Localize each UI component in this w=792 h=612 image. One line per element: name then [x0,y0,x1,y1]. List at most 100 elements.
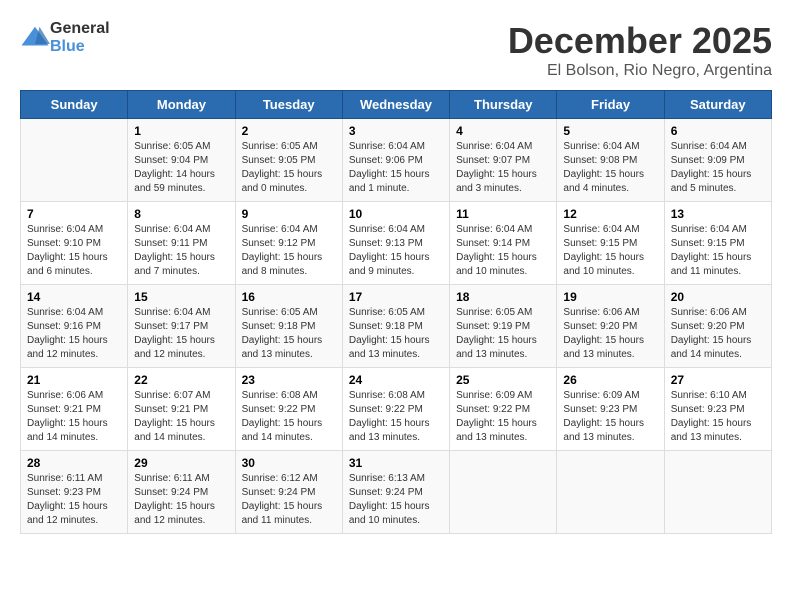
day-number: 3 [349,124,443,138]
calendar-cell: 13 Sunrise: 6:04 AM Sunset: 9:15 PM Dayli… [664,202,771,285]
day-info: Sunrise: 6:10 AM Sunset: 9:23 PM Dayligh… [671,389,765,445]
weekday-header-sunday: Sunday [21,91,128,119]
day-info: Sunrise: 6:04 AM Sunset: 9:11 PM Dayligh… [134,223,228,279]
day-info: Sunrise: 6:04 AM Sunset: 9:08 PM Dayligh… [563,140,657,196]
title-area: December 2025 El Bolson, Rio Negro, Arge… [508,20,772,80]
weekday-header-monday: Monday [128,91,235,119]
day-info: Sunrise: 6:05 AM Sunset: 9:18 PM Dayligh… [349,306,443,362]
weekday-header-wednesday: Wednesday [342,91,449,119]
calendar-cell [21,119,128,202]
week-row-2: 7 Sunrise: 6:04 AM Sunset: 9:10 PM Daylig… [21,202,772,285]
calendar-cell: 17 Sunrise: 6:05 AM Sunset: 9:18 PM Dayli… [342,285,449,368]
calendar-cell: 16 Sunrise: 6:05 AM Sunset: 9:18 PM Dayli… [235,285,342,368]
day-number: 31 [349,456,443,470]
calendar-cell: 27 Sunrise: 6:10 AM Sunset: 9:23 PM Dayli… [664,368,771,451]
day-number: 18 [456,290,550,304]
day-number: 6 [671,124,765,138]
day-number: 1 [134,124,228,138]
day-number: 11 [456,207,550,221]
calendar-cell: 2 Sunrise: 6:05 AM Sunset: 9:05 PM Daylig… [235,119,342,202]
calendar-cell: 9 Sunrise: 6:04 AM Sunset: 9:12 PM Daylig… [235,202,342,285]
day-info: Sunrise: 6:05 AM Sunset: 9:18 PM Dayligh… [242,306,336,362]
day-info: Sunrise: 6:06 AM Sunset: 9:21 PM Dayligh… [27,389,121,445]
day-number: 21 [27,373,121,387]
day-info: Sunrise: 6:04 AM Sunset: 9:13 PM Dayligh… [349,223,443,279]
day-info: Sunrise: 6:04 AM Sunset: 9:07 PM Dayligh… [456,140,550,196]
day-number: 30 [242,456,336,470]
calendar-cell: 14Sunrise: 6:04 AM Sunset: 9:16 PM Dayli… [21,285,128,368]
weekday-header-row: SundayMondayTuesdayWednesdayThursdayFrid… [21,91,772,119]
day-info: Sunrise: 6:06 AM Sunset: 9:20 PM Dayligh… [563,306,657,362]
day-number: 28 [27,456,121,470]
calendar-cell: 6 Sunrise: 6:04 AM Sunset: 9:09 PM Daylig… [664,119,771,202]
day-info: Sunrise: 6:04 AM Sunset: 9:17 PM Dayligh… [134,306,228,362]
day-number: 16 [242,290,336,304]
day-number: 2 [242,124,336,138]
calendar-cell: 22 Sunrise: 6:07 AM Sunset: 9:21 PM Dayli… [128,368,235,451]
calendar-cell: 12 Sunrise: 6:04 AM Sunset: 9:15 PM Dayli… [557,202,664,285]
week-row-5: 28 Sunrise: 6:11 AM Sunset: 9:23 PM Dayli… [21,451,772,534]
day-number: 10 [349,207,443,221]
calendar-cell: 29 Sunrise: 6:11 AM Sunset: 9:24 PM Dayli… [128,451,235,534]
day-info: Sunrise: 6:04 AM Sunset: 9:12 PM Dayligh… [242,223,336,279]
day-number: 29 [134,456,228,470]
day-info: Sunrise: 6:04 AM Sunset: 9:15 PM Dayligh… [563,223,657,279]
calendar-cell: 11 Sunrise: 6:04 AM Sunset: 9:14 PM Dayli… [450,202,557,285]
day-info: Sunrise: 6:04 AM Sunset: 9:16 PM Dayligh… [27,306,121,362]
calendar-cell: 23 Sunrise: 6:08 AM Sunset: 9:22 PM Dayli… [235,368,342,451]
day-info: Sunrise: 6:04 AM Sunset: 9:10 PM Dayligh… [27,223,121,279]
day-number: 8 [134,207,228,221]
day-number: 4 [456,124,550,138]
day-number: 13 [671,207,765,221]
day-info: Sunrise: 6:11 AM Sunset: 9:24 PM Dayligh… [134,472,228,528]
day-info: Sunrise: 6:13 AM Sunset: 9:24 PM Dayligh… [349,472,443,528]
calendar-cell: 1Sunrise: 6:05 AM Sunset: 9:04 PM Daylig… [128,119,235,202]
calendar-cell: 7 Sunrise: 6:04 AM Sunset: 9:10 PM Daylig… [21,202,128,285]
day-info: Sunrise: 6:05 AM Sunset: 9:05 PM Dayligh… [242,140,336,196]
calendar-cell: 15 Sunrise: 6:04 AM Sunset: 9:17 PM Dayli… [128,285,235,368]
week-row-4: 21 Sunrise: 6:06 AM Sunset: 9:21 PM Dayli… [21,368,772,451]
day-number: 12 [563,207,657,221]
day-info: Sunrise: 6:09 AM Sunset: 9:22 PM Dayligh… [456,389,550,445]
calendar-table: SundayMondayTuesdayWednesdayThursdayFrid… [20,90,772,534]
day-info: Sunrise: 6:11 AM Sunset: 9:23 PM Dayligh… [27,472,121,528]
calendar-cell: 18 Sunrise: 6:05 AM Sunset: 9:19 PM Dayli… [450,285,557,368]
day-number: 15 [134,290,228,304]
calendar-cell: 30 Sunrise: 6:12 AM Sunset: 9:24 PM Dayli… [235,451,342,534]
day-number: 23 [242,373,336,387]
week-row-1: 1Sunrise: 6:05 AM Sunset: 9:04 PM Daylig… [21,119,772,202]
day-info: Sunrise: 6:08 AM Sunset: 9:22 PM Dayligh… [242,389,336,445]
day-number: 5 [563,124,657,138]
calendar-cell: 19 Sunrise: 6:06 AM Sunset: 9:20 PM Dayli… [557,285,664,368]
calendar-cell: 24Sunrise: 6:08 AM Sunset: 9:22 PM Dayli… [342,368,449,451]
calendar-cell: 31 Sunrise: 6:13 AM Sunset: 9:24 PM Dayli… [342,451,449,534]
calendar-cell: 8 Sunrise: 6:04 AM Sunset: 9:11 PM Daylig… [128,202,235,285]
calendar-cell: 28 Sunrise: 6:11 AM Sunset: 9:23 PM Dayli… [21,451,128,534]
weekday-header-tuesday: Tuesday [235,91,342,119]
calendar-cell: 26Sunrise: 6:09 AM Sunset: 9:23 PM Dayli… [557,368,664,451]
calendar-cell [557,451,664,534]
day-info: Sunrise: 6:12 AM Sunset: 9:24 PM Dayligh… [242,472,336,528]
day-number: 17 [349,290,443,304]
calendar-cell: 5 Sunrise: 6:04 AM Sunset: 9:08 PM Daylig… [557,119,664,202]
day-info: Sunrise: 6:04 AM Sunset: 9:15 PM Dayligh… [671,223,765,279]
day-info: Sunrise: 6:04 AM Sunset: 9:09 PM Dayligh… [671,140,765,196]
main-title: December 2025 [508,20,772,62]
day-number: 26 [563,373,657,387]
calendar-cell: 3Sunrise: 6:04 AM Sunset: 9:06 PM Daylig… [342,119,449,202]
calendar-cell [450,451,557,534]
subtitle: El Bolson, Rio Negro, Argentina [508,62,772,80]
day-number: 25 [456,373,550,387]
day-number: 7 [27,207,121,221]
day-info: Sunrise: 6:08 AM Sunset: 9:22 PM Dayligh… [349,389,443,445]
day-number: 19 [563,290,657,304]
day-info: Sunrise: 6:04 AM Sunset: 9:14 PM Dayligh… [456,223,550,279]
day-number: 27 [671,373,765,387]
day-number: 20 [671,290,765,304]
calendar-cell: 20 Sunrise: 6:06 AM Sunset: 9:20 PM Dayli… [664,285,771,368]
day-number: 9 [242,207,336,221]
day-info: Sunrise: 6:06 AM Sunset: 9:20 PM Dayligh… [671,306,765,362]
day-info: Sunrise: 6:07 AM Sunset: 9:21 PM Dayligh… [134,389,228,445]
day-info: Sunrise: 6:05 AM Sunset: 9:19 PM Dayligh… [456,306,550,362]
day-number: 22 [134,373,228,387]
